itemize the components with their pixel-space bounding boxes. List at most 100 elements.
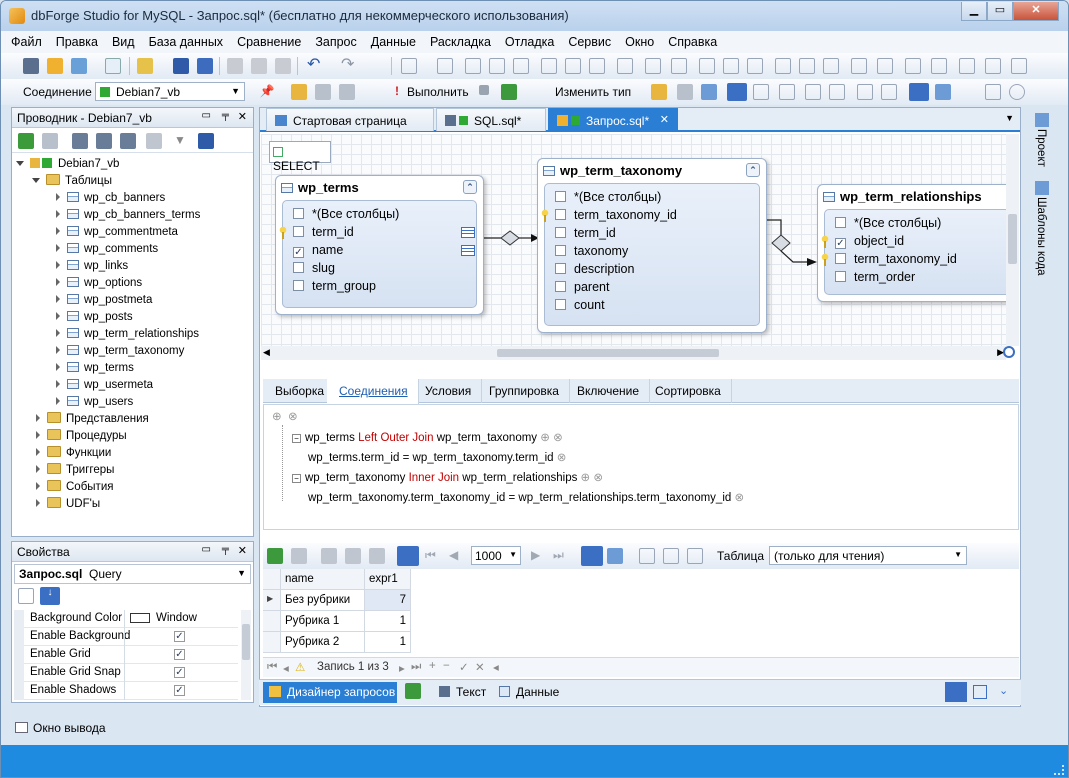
toggle-fields-icon[interactable] (727, 83, 747, 101)
tab-code-templates[interactable]: Шаблоны кода (1035, 197, 1047, 275)
tab-conditions[interactable]: Условия (413, 379, 483, 403)
pin-panel-icon[interactable]: ╤ (222, 110, 229, 121)
change-type-button[interactable]: Изменить тип (555, 85, 631, 99)
tree-table-item[interactable]: wp_commentmeta (56, 224, 178, 241)
arrange-icon[interactable] (1011, 58, 1027, 74)
hspace-icon[interactable] (699, 58, 715, 74)
last-record-icon[interactable]: ⏭ (411, 661, 421, 674)
tree-table-item[interactable]: wp_links (56, 258, 128, 275)
tree-table-item[interactable]: wp_term_relationships (56, 326, 199, 343)
query-options-icon[interactable] (315, 84, 331, 100)
field-checkbox[interactable] (835, 217, 846, 228)
home-icon[interactable] (935, 84, 951, 100)
entity-header[interactable]: wp_term_taxonomy ⌃ (538, 159, 766, 183)
tree-folder-item[interactable]: Представления (36, 411, 149, 428)
remove-icon[interactable]: ⊗ (288, 409, 298, 423)
add-table-icon[interactable] (651, 84, 667, 100)
entity-field[interactable]: *(Все столбцы) (293, 207, 399, 221)
new-file-icon[interactable] (105, 58, 121, 74)
table-cell[interactable]: 1 (365, 611, 411, 632)
entity-field[interactable]: term_taxonomy_id (821, 252, 957, 266)
center-v-icon[interactable] (877, 58, 893, 74)
tab-text[interactable]: Текст (439, 685, 486, 699)
copy-icon[interactable] (251, 58, 267, 74)
entity-field[interactable]: term_group (293, 279, 376, 293)
menu-help[interactable]: Справка (661, 31, 724, 49)
pin-icon[interactable]: 📌 (259, 84, 275, 100)
output-window-tab[interactable]: Окно вывода (15, 721, 106, 735)
column-header[interactable]: expr1 (365, 569, 411, 590)
grid-view-icon[interactable] (581, 546, 603, 566)
entity-field[interactable]: term_id (279, 225, 475, 239)
center-h-icon[interactable] (851, 58, 867, 74)
tab-query[interactable]: Запрос.sql* ✕ (548, 108, 678, 131)
filter-icon[interactable]: ▼ (172, 133, 188, 149)
layout-icon[interactable] (437, 58, 453, 74)
maximize-button[interactable]: ▭ (987, 2, 1013, 21)
save-all-icon[interactable] (197, 58, 213, 74)
last-page-icon[interactable]: ⏭ (553, 548, 564, 563)
entity-header[interactable]: wp_terms ⌃ (276, 176, 483, 200)
tab-start-page[interactable]: Стартовая страница (266, 108, 434, 131)
remove-icon[interactable]: ⊗ (553, 432, 563, 444)
execute-button[interactable]: Выполнить (407, 85, 469, 99)
refresh-icon[interactable] (18, 133, 34, 149)
diagram-icon[interactable] (701, 84, 717, 100)
add-join-icon[interactable]: ⊕ (272, 409, 282, 423)
collapse-entity-icon[interactable]: ⌃ (463, 180, 477, 194)
sync-icon[interactable] (405, 683, 421, 699)
menu-query[interactable]: Запрос (308, 31, 363, 49)
entity-field[interactable]: *(Все столбцы) (555, 190, 661, 204)
zoom-icon[interactable] (1003, 346, 1015, 358)
field-checkbox[interactable] (835, 271, 846, 282)
field-checkbox[interactable] (555, 263, 566, 274)
tree-table-item[interactable]: wp_usermeta (56, 377, 153, 394)
refresh-icon[interactable] (501, 84, 517, 100)
find-icon[interactable] (663, 548, 679, 564)
tree-folder-item[interactable]: Функции (36, 445, 111, 462)
tree-table-item[interactable]: wp_term_taxonomy (56, 343, 184, 360)
cancel-icon[interactable] (291, 548, 307, 564)
align-bottom-icon[interactable] (589, 58, 605, 74)
tab-grouping[interactable]: Группировка (477, 379, 570, 403)
entity-field[interactable]: term_order (835, 270, 915, 284)
entity-field[interactable]: count (555, 298, 605, 312)
tree-table-item[interactable]: wp_options (56, 275, 142, 292)
canvas-hscroll[interactable]: ◀ ▶ (261, 346, 1006, 360)
entity-field[interactable]: *(Все столбцы) (835, 216, 941, 230)
vspace-dec-icon[interactable] (823, 58, 839, 74)
field-checkbox[interactable] (293, 208, 304, 219)
align-right-icon[interactable] (513, 58, 529, 74)
open-folder-icon[interactable] (137, 58, 153, 74)
relation2-icon[interactable] (881, 84, 897, 100)
entity-field[interactable]: ✓ object_id (821, 234, 904, 249)
entity-field[interactable]: taxonomy (555, 244, 628, 258)
join-condition-1[interactable]: wp_terms.term_id = wp_term_taxonomy.term… (308, 450, 566, 464)
post-record-icon[interactable]: ✓ (459, 660, 469, 674)
edit-icon[interactable] (321, 548, 337, 564)
align-icon[interactable] (401, 58, 417, 74)
tab-joins[interactable]: Соединения (327, 379, 419, 404)
property-row[interactable]: Enable Grid ✓ (14, 646, 238, 664)
property-row[interactable]: Enable Background ✓ (14, 628, 238, 646)
join-line-1[interactable] (483, 230, 539, 246)
print-icon[interactable] (687, 548, 703, 564)
table-cell[interactable]: Рубрика 1 (281, 611, 365, 632)
tree-folder-item[interactable]: UDF'ы (36, 496, 100, 513)
sort-az-icon[interactable] (753, 84, 769, 100)
chevron-down-icon[interactable]: ⌄ (999, 684, 1008, 697)
redo-icon[interactable]: ↷ (341, 57, 357, 74)
entity-wp_terms[interactable]: wp_terms ⌃ *(Все столбцы) term_id ✓ name slug t… (275, 175, 484, 315)
table-cell[interactable]: Без рубрики (281, 590, 365, 611)
field-checkbox[interactable] (555, 209, 566, 220)
tab-selection[interactable]: Выборка (263, 379, 336, 403)
property-checkbox[interactable]: ✓ (174, 685, 185, 696)
close-panel-icon[interactable]: ✕ (238, 110, 247, 123)
property-row[interactable]: Background Color Window (14, 610, 238, 628)
delete-icon[interactable] (42, 133, 58, 149)
align-top-icon[interactable] (541, 58, 557, 74)
remove-icon[interactable]: ⊗ (593, 472, 603, 484)
property-row[interactable]: Enable Grid Snap ✓ (14, 664, 238, 682)
property-checkbox[interactable]: ✓ (174, 631, 185, 642)
properties-scrollbar[interactable] (241, 610, 251, 700)
